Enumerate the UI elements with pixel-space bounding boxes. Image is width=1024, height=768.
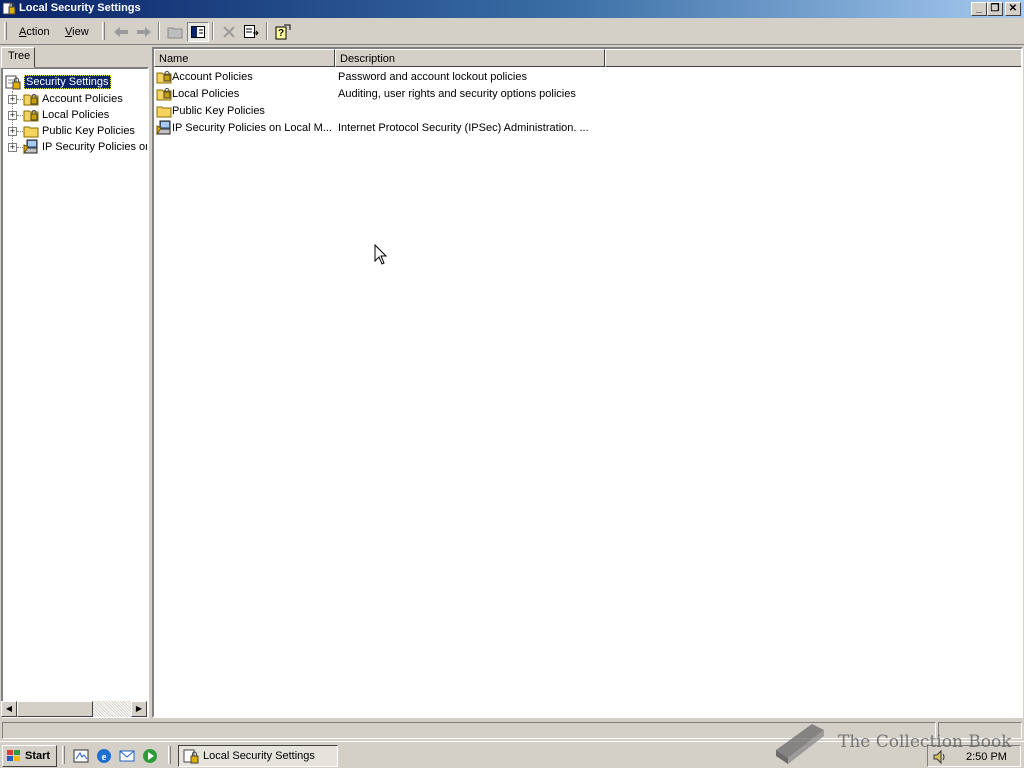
window-titlebar[interactable]: Local Security Settings _ ❐ ✕ [0,0,1024,18]
windows-media-icon[interactable] [141,747,159,765]
menu-action-label: ction [26,26,50,38]
expand-ip-security-policies[interactable]: + [8,143,17,152]
ip-security-icon [156,120,171,136]
task-area-grip[interactable] [168,746,171,764]
watermark: The Collection Book [772,720,1012,766]
security-settings-icon [3,2,16,15]
taskbar-button-local-security-settings[interactable]: Local Security Settings [178,745,338,767]
toolbar-grip[interactable] [102,22,105,40]
column-header-description[interactable]: Description [335,49,605,67]
show-hide-tree-button[interactable] [187,22,209,42]
row-name: Local Policies [172,88,240,100]
tree-horizontal-scrollbar[interactable]: ◀ ▶ [1,701,147,717]
result-list[interactable]: Name Description Account Policies Passwo… [152,47,1023,718]
help-icon: ? [275,24,291,40]
list-row-ip-security-policies[interactable]: IP Security Policies on Local M... Inter… [154,120,854,137]
tree-item-account-policies[interactable]: Account Policies [23,91,123,107]
quick-launch-grip[interactable] [62,746,65,764]
start-label: Start [25,750,51,762]
restore-button[interactable]: ❐ [987,2,1003,16]
locked-folder-icon [23,94,39,106]
delete-button[interactable] [218,22,240,42]
help-button[interactable]: ? [272,22,294,42]
toolbar-separator [158,22,160,40]
scroll-left-button[interactable]: ◀ [1,701,17,717]
outlook-express-icon[interactable] [118,747,136,765]
row-description: Auditing, user rights and security optio… [338,88,576,100]
up-folder-icon [167,27,183,39]
locked-folder-icon [23,110,39,122]
export-list-button[interactable] [241,22,263,42]
back-icon [114,27,128,37]
svg-text:e: e [102,751,107,763]
menu-action[interactable]: Action [19,26,50,38]
menu-view-label: iew [72,26,89,38]
tree-root-label: Security Settings [24,75,111,89]
back-button[interactable] [110,22,132,42]
list-row-public-key-policies[interactable]: Public Key Policies [154,103,854,120]
row-description: Internet Protocol Security (IPSec) Admin… [338,122,589,134]
internet-explorer-icon[interactable]: e [95,747,113,765]
start-button[interactable]: Start [2,745,57,767]
forward-icon [137,27,151,37]
tree-item-ip-security-policies[interactable]: IP Security Policies on [23,139,149,155]
row-name: Account Policies [172,71,253,83]
expand-public-key-policies[interactable]: + [8,127,17,136]
up-one-level-button[interactable] [164,22,186,42]
forward-button[interactable] [133,22,155,42]
folder-icon [156,106,172,118]
folder-icon [23,126,39,138]
row-description: Password and account lockout policies [338,71,527,83]
menu-view[interactable]: View [65,26,89,38]
toolbar-separator [266,22,268,40]
svg-text:?: ? [278,28,284,39]
console-tree[interactable]: Security Settings + Account Policies + L… [1,67,149,718]
tab-tree[interactable]: Tree [1,47,35,68]
tree-item-label: IP Security Policies on [42,141,149,153]
delete-icon [223,26,235,38]
close-button[interactable]: ✕ [1005,2,1021,16]
book-logo-icon [776,724,824,764]
tree-item-label: Local Policies [42,109,110,121]
security-settings-icon [183,749,199,764]
taskbar-button-label: Local Security Settings [203,750,315,762]
locked-folder-icon [156,88,172,101]
row-name: Public Key Policies [172,105,265,117]
mouse-cursor-icon [374,244,388,265]
column-header-empty [605,49,1021,67]
tree-item-label: Public Key Policies [42,125,135,137]
ip-security-icon [23,139,38,155]
scroll-thumb[interactable] [17,701,93,717]
window-title: Local Security Settings [19,2,141,14]
column-header-name[interactable]: Name [154,49,335,67]
minimize-button[interactable]: _ [971,2,987,16]
tree-item-local-policies[interactable]: Local Policies [23,107,109,123]
row-name: IP Security Policies on Local M... [172,122,332,134]
tree-item-public-key-policies[interactable]: Public Key Policies [23,123,135,139]
show-hide-tree-icon [191,26,205,38]
toolbar-separator [212,22,214,40]
tree-root-security-settings[interactable]: Security Settings [5,74,111,90]
export-list-icon [244,25,259,38]
windows-logo-icon [7,750,20,761]
watermark-text: The Collection Book [838,732,1012,752]
list-row-account-policies[interactable]: Account Policies Password and account lo… [154,69,854,86]
expand-account-policies[interactable]: + [8,95,17,104]
tree-item-label: Account Policies [42,93,123,105]
scroll-right-button[interactable]: ▶ [131,701,147,717]
list-row-local-policies[interactable]: Local Policies Auditing, user rights and… [154,86,854,103]
menu-grip[interactable] [4,22,7,40]
expand-local-policies[interactable]: + [8,111,17,120]
show-desktop-icon[interactable] [72,747,90,765]
locked-folder-icon [156,71,172,84]
menu-toolbar: Action View ? [0,18,1024,45]
security-settings-icon [5,75,21,90]
